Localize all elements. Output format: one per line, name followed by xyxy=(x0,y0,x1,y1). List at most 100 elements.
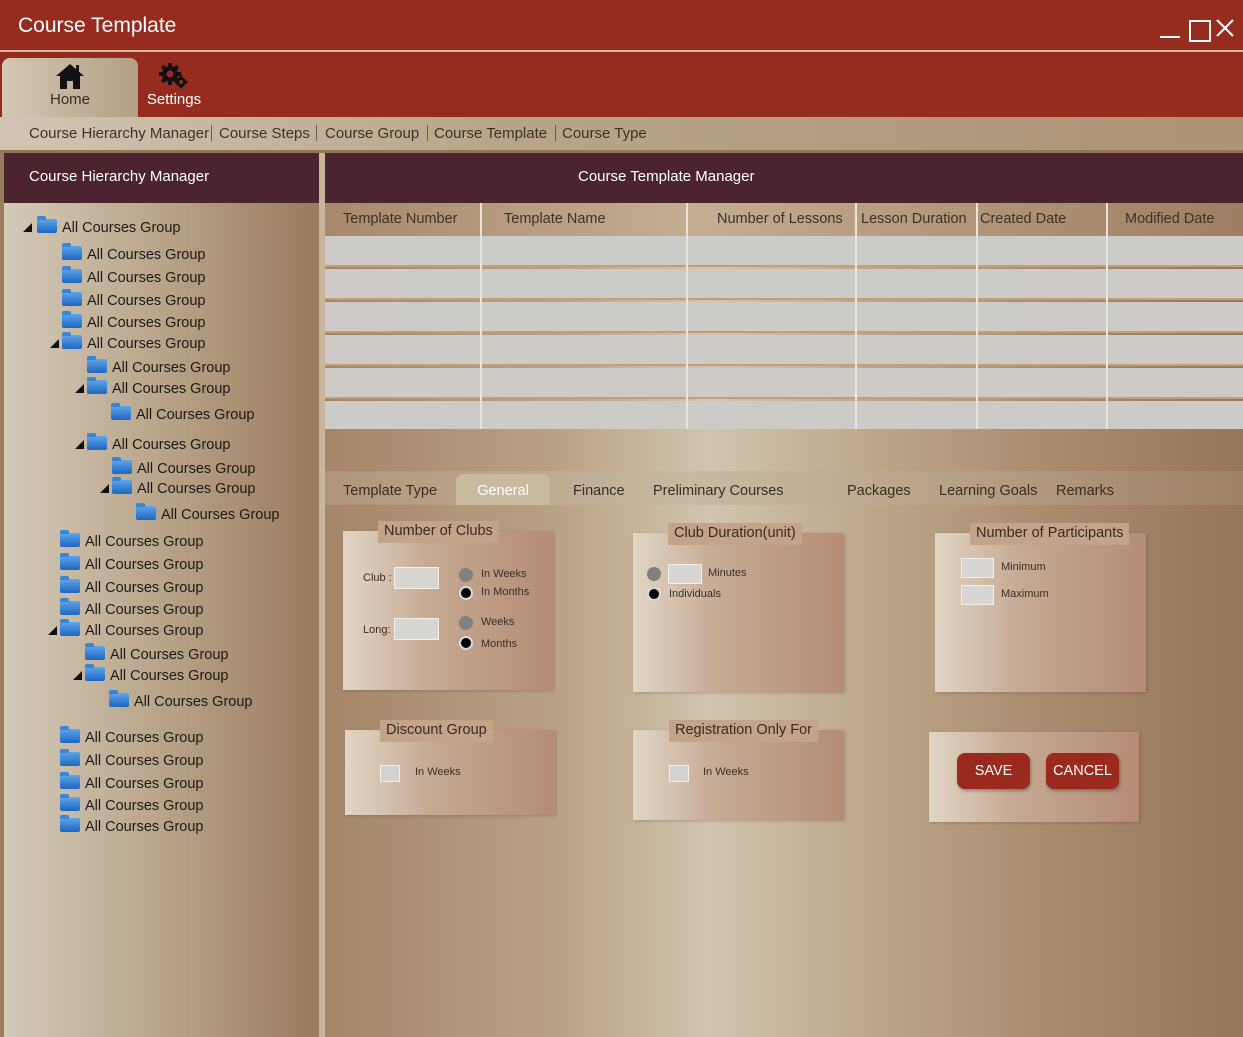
cancel-button[interactable]: CANCEL xyxy=(1046,753,1119,789)
tree-node[interactable]: All Courses Group xyxy=(60,553,204,576)
tree-node-label: All Courses Group xyxy=(85,776,204,792)
tree-node[interactable]: All Courses Group xyxy=(60,619,203,642)
tab-learning-goals[interactable]: Learning Goals xyxy=(939,483,1037,499)
tab-preliminary-courses[interactable]: Preliminary Courses xyxy=(653,483,784,499)
long-label: Long: xyxy=(363,624,391,636)
tree-node[interactable]: All Courses Group xyxy=(62,266,205,289)
folder-icon xyxy=(87,356,107,373)
save-button[interactable]: SAVE xyxy=(957,753,1030,789)
column-header[interactable]: Created Date xyxy=(980,211,1066,227)
tree-expander[interactable] xyxy=(23,223,32,232)
nav-course-group[interactable]: Course Group xyxy=(325,125,419,142)
long-input[interactable] xyxy=(394,618,439,640)
minutes-input[interactable] xyxy=(668,564,702,584)
nav-course-template[interactable]: Course Template xyxy=(434,125,547,142)
tree-node[interactable]: All Courses Group xyxy=(60,530,203,553)
column-header[interactable]: Template Name xyxy=(504,211,606,227)
folder-icon xyxy=(136,503,156,520)
tree-node-label: All Courses Group xyxy=(85,557,204,573)
maximum-input[interactable] xyxy=(961,585,994,605)
actions-group: SAVE CANCEL xyxy=(929,732,1139,822)
column-header[interactable]: Lesson Duration xyxy=(861,211,967,227)
tree-node[interactable]: All Courses Group xyxy=(62,243,206,266)
column-divider xyxy=(1106,203,1108,429)
tree-expander[interactable] xyxy=(75,384,84,393)
nav-course-steps[interactable]: Course Steps xyxy=(219,125,310,142)
tree-node[interactable]: All Courses Group xyxy=(62,289,206,312)
maximum-label: Maximum xyxy=(1001,588,1049,600)
months-radio[interactable] xyxy=(459,636,473,650)
tree-node[interactable]: All Courses Group xyxy=(60,576,203,599)
in-months-radio[interactable] xyxy=(459,586,473,600)
discount-in-weeks-checkbox[interactable] xyxy=(380,765,400,782)
tree-expander[interactable] xyxy=(48,626,57,635)
nav-course-hierarchy-manager[interactable]: Course Hierarchy Manager xyxy=(29,125,209,142)
folder-icon xyxy=(60,749,80,766)
column-divider xyxy=(480,203,482,429)
minutes-radio[interactable] xyxy=(647,567,661,581)
gear-icon xyxy=(159,63,188,89)
tab-general[interactable]: General xyxy=(456,474,550,505)
tree-expander[interactable] xyxy=(50,339,59,348)
nav-separator xyxy=(316,125,317,141)
tab-template-type[interactable]: Template Type xyxy=(343,483,437,499)
tree-node[interactable]: All Courses Group xyxy=(60,726,203,749)
registration-in-weeks-checkbox[interactable] xyxy=(669,765,689,782)
tree-node[interactable]: All Courses Group xyxy=(111,403,254,426)
nav-separator xyxy=(211,125,212,141)
tab-finance[interactable]: Finance xyxy=(573,483,625,499)
minimize-button[interactable] xyxy=(1158,16,1182,40)
tree-node[interactable]: All Courses Group xyxy=(112,477,255,500)
tree-node-label: All Courses Group xyxy=(85,819,204,835)
tree-node[interactable]: All Courses Group xyxy=(87,433,230,456)
hierarchy-panel: Course Hierarchy Manager All Courses Gro… xyxy=(4,153,319,1037)
minimum-input[interactable] xyxy=(961,558,994,578)
tree-node[interactable]: All Courses Group xyxy=(87,377,231,400)
tree-node[interactable]: All Courses Group xyxy=(37,216,180,239)
folder-icon xyxy=(60,815,80,832)
tree-expander[interactable] xyxy=(100,484,109,493)
club-input[interactable] xyxy=(394,567,439,589)
tree-node-label: All Courses Group xyxy=(87,247,206,263)
tree-node[interactable]: All Courses Group xyxy=(87,356,230,379)
tree-node[interactable]: All Courses Group xyxy=(62,332,205,355)
tab-packages[interactable]: Packages xyxy=(847,483,911,499)
tree-node[interactable]: All Courses Group xyxy=(85,643,228,666)
column-header[interactable]: Modified Date xyxy=(1125,211,1214,227)
folder-icon xyxy=(60,726,80,743)
maximize-button[interactable] xyxy=(1187,16,1211,42)
ribbon-tab-settings[interactable]: Settings xyxy=(140,58,208,117)
tree-node[interactable]: All Courses Group xyxy=(60,772,204,795)
folder-icon xyxy=(62,266,82,283)
tree-expander[interactable] xyxy=(73,671,82,680)
tree-node[interactable]: All Courses Group xyxy=(109,690,252,713)
folder-icon xyxy=(62,243,82,260)
tree-node[interactable]: All Courses Group xyxy=(60,794,203,817)
tree-node[interactable]: All Courses Group xyxy=(60,749,203,772)
tree-node[interactable]: All Courses Group xyxy=(60,815,204,838)
folder-icon xyxy=(112,477,132,494)
clubs-group: Number of Clubs Club : In Weeks In Month… xyxy=(343,521,553,690)
tree-node-label: All Courses Group xyxy=(112,381,231,397)
weeks-radio[interactable] xyxy=(459,616,473,630)
tab-remarks[interactable]: Remarks xyxy=(1056,483,1114,499)
column-header[interactable]: Number of Lessons xyxy=(717,211,843,227)
tree-node-label: All Courses Group xyxy=(110,668,229,684)
tree-expander[interactable] xyxy=(75,440,84,449)
tree-node[interactable]: All Courses Group xyxy=(60,598,203,621)
tree-node[interactable]: All Courses Group xyxy=(112,457,255,480)
column-header[interactable]: Template Number xyxy=(343,211,457,227)
minutes-label: Minutes xyxy=(708,567,747,579)
nav-course-type[interactable]: Course Type xyxy=(562,125,647,142)
individuals-radio[interactable] xyxy=(647,587,661,601)
tree-node-label: All Courses Group xyxy=(87,293,206,309)
ribbon-tab-home[interactable]: Home xyxy=(2,58,138,117)
tree-node[interactable]: All Courses Group xyxy=(62,311,205,334)
minimum-label: Minimum xyxy=(1001,561,1046,573)
home-icon xyxy=(56,64,84,89)
folder-icon xyxy=(112,457,132,474)
close-button[interactable] xyxy=(1213,16,1237,40)
in-weeks-radio[interactable] xyxy=(459,568,473,582)
tree-node[interactable]: All Courses Group xyxy=(85,664,229,687)
tree-node[interactable]: All Courses Group xyxy=(136,503,279,526)
